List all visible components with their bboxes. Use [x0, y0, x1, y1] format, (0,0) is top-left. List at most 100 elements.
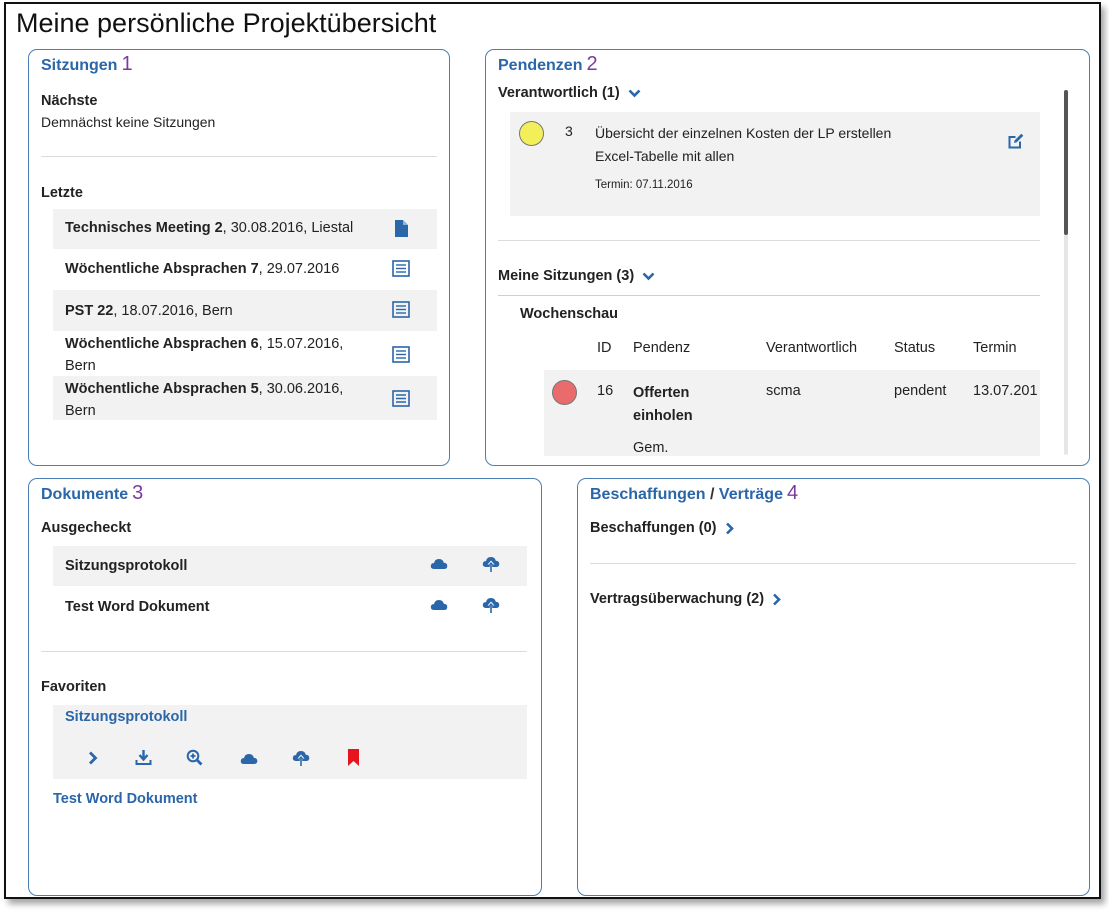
meeting-details: , 18.07.2016, Bern [113, 303, 233, 319]
divider [41, 651, 527, 652]
dokumente-panel: Dokumente 3 Ausgecheckt Sitzungsprotokoll… [28, 478, 542, 896]
meeting-name[interactable]: Wöchentliche Absprachen 5 [65, 381, 259, 397]
panel-number: 2 [586, 53, 598, 75]
meeting-name[interactable]: PST 22 [65, 303, 113, 319]
meine-sitzungen-label: Meine Sitzungen (3) [498, 268, 635, 284]
cloud-icon[interactable] [240, 752, 258, 770]
panel-number: 3 [132, 482, 144, 504]
status-indicator [552, 380, 577, 405]
chevron-right-icon [773, 593, 781, 606]
row-id: 16 [597, 383, 614, 399]
row-termin: 13.07.201 [973, 383, 1038, 399]
scrollbar-thumb[interactable] [1064, 90, 1068, 235]
meeting-name[interactable]: Wöchentliche Absprachen 7 [65, 261, 259, 277]
chevron-right-icon [725, 522, 734, 535]
table-header-status: Status [894, 340, 936, 356]
task-description: Übersicht der einzelnen Kosten der LP er… [595, 125, 892, 164]
beschaffungen-toggle[interactable]: Beschaffungen (0) [590, 520, 734, 536]
cloud-icon[interactable] [430, 598, 448, 616]
chevron-right-icon[interactable] [88, 751, 98, 770]
divider [590, 563, 1076, 564]
table-header-termin: Termin [973, 340, 1017, 356]
vertragsueberwachung-toggle[interactable]: Vertragsüberwachung (2) [590, 591, 781, 607]
meeting-row[interactable]: Wöchentliche Absprachen 5, 30.06.2016, Be… [53, 376, 437, 420]
meeting-row[interactable]: Technisches Meeting 2, 30.08.2016, Liest… [53, 209, 437, 249]
meeting-details: , 30.06.2016, [258, 381, 344, 397]
favorites-label: Favoriten [41, 679, 107, 695]
app-frame: Meine persönliche Projektübersicht Sitzu… [4, 2, 1101, 899]
group-label: Wochenschau [520, 306, 619, 322]
next-label: Nächste [41, 93, 98, 109]
chevron-down-icon [642, 272, 655, 281]
meeting-row[interactable]: PST 22, 18.07.2016, Bern [53, 290, 437, 331]
vertragsueberwachung-label: Vertragsüberwachung (2) [590, 591, 765, 607]
panel-number: 1 [121, 53, 133, 75]
sitzungen-heading: Sitzungen 1 [41, 53, 133, 76]
sitzungen-link[interactable]: Sitzungen [41, 57, 117, 74]
edit-icon[interactable] [1007, 132, 1025, 155]
page-title: Meine persönliche Projektübersicht [16, 8, 437, 38]
row-pendenz[interactable]: Offerten einholen [633, 382, 693, 428]
favorite-name[interactable]: Test Word Dokument [53, 791, 197, 807]
download-icon[interactable] [135, 749, 152, 770]
protocol-icon[interactable] [392, 301, 410, 323]
protocol-icon[interactable] [392, 390, 410, 412]
row-status: pendent [894, 383, 947, 399]
beschaffungen-label: Beschaffungen (0) [590, 520, 717, 536]
protocol-icon[interactable] [392, 346, 410, 368]
task-termin: Termin: 07.11.2016 [595, 179, 693, 191]
pendenzen-heading: Pendenzen 2 [498, 53, 598, 76]
cloud-upload-icon[interactable] [292, 750, 310, 772]
task-card: 3 Übersicht der einzelnen Kosten der LP … [510, 112, 1040, 216]
verantwortlich-toggle[interactable]: Verantwortlich (1) [498, 85, 641, 101]
meeting-details: , 30.08.2016, Liestal [222, 220, 354, 236]
document-icon[interactable] [394, 220, 408, 242]
cloud-upload-icon[interactable] [482, 556, 500, 578]
meine-sitzungen-toggle[interactable]: Meine Sitzungen (3) [498, 268, 655, 284]
table-header-verantwortlich: Verantwortlich [766, 340, 858, 356]
dokumente-link[interactable]: Dokumente [41, 486, 128, 503]
beschaffungen-link[interactable]: Beschaffungen [590, 486, 706, 503]
meeting-details: Bern [65, 403, 96, 419]
status-indicator [519, 121, 544, 146]
zoom-in-icon[interactable] [186, 749, 203, 771]
vertraege-link[interactable]: Verträge [719, 486, 783, 503]
divider [41, 156, 437, 157]
row-verantwortlich: scma [766, 383, 801, 399]
divider [498, 295, 1040, 296]
next-text: Demnächst keine Sitzungen [41, 114, 216, 130]
checked-out-label: Ausgecheckt [41, 520, 132, 536]
protocol-icon[interactable] [392, 260, 410, 282]
meeting-row[interactable]: Wöchentliche Absprachen 7, 29.07.2016 [53, 249, 437, 290]
favorite-name[interactable]: Sitzungsprotokoll [65, 709, 187, 725]
cloud-icon[interactable] [430, 557, 448, 575]
document-row[interactable]: Sitzungsprotokoll [53, 546, 527, 586]
bookmark-icon[interactable] [347, 749, 360, 771]
sitzungen-panel: Sitzungen 1 Nächste Demnächst keine Sitzu… [28, 49, 450, 466]
beschaffungen-panel: Beschaffungen / Verträge 4 Beschaffungen … [577, 478, 1090, 896]
row-note: Gem. [633, 440, 669, 456]
table-header-pendenz: Pendenz [633, 340, 691, 356]
task-id: 3 [565, 123, 573, 139]
beschaffungen-heading: Beschaffungen / Verträge 4 [590, 482, 799, 504]
document-name[interactable]: Sitzungsprotokoll [65, 558, 187, 574]
meeting-row[interactable]: Wöchentliche Absprachen 6, 15.07.2016, Be… [53, 331, 437, 375]
cloud-upload-icon[interactable] [482, 597, 500, 619]
meeting-name[interactable]: Technisches Meeting 2 [65, 220, 223, 236]
pendenzen-link[interactable]: Pendenzen [498, 57, 582, 74]
table-row[interactable]: 16 Offerten einholen scma pendent 13.07.2… [544, 370, 1040, 456]
pendenzen-panel: Pendenzen 2 Verantwortlich (1) 3 Übersich… [485, 49, 1090, 466]
chevron-down-icon [628, 89, 641, 98]
document-name[interactable]: Test Word Dokument [65, 599, 209, 615]
meeting-details: Bern [65, 358, 96, 374]
last-label: Letzte [41, 185, 83, 201]
dokumente-heading: Dokumente 3 [41, 482, 143, 505]
meeting-name[interactable]: Wöchentliche Absprachen 6 [65, 336, 259, 352]
divider [498, 240, 1040, 241]
meeting-details: , 15.07.2016, [258, 336, 344, 352]
document-row[interactable]: Test Word Dokument [53, 586, 527, 628]
table-header-id: ID [597, 340, 612, 356]
meeting-details: , 29.07.2016 [258, 261, 340, 277]
favorite-row[interactable]: Sitzungsprotokoll [53, 705, 527, 779]
panel-number: 4 [786, 482, 799, 504]
